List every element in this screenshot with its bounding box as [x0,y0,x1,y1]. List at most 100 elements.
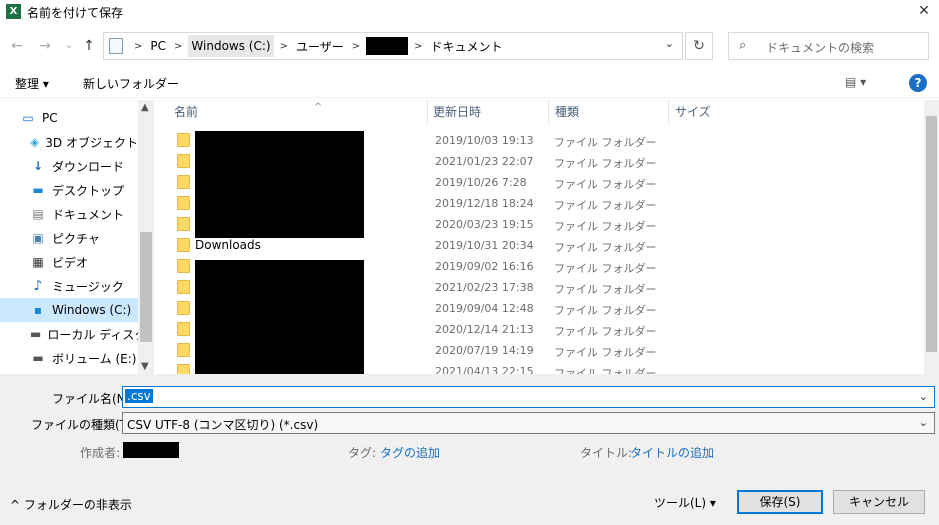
sidebar-item-downloads[interactable]: ↓ ダウンロード [0,154,138,178]
sidebar-item-label: ダウンロード [52,159,125,174]
address-bar[interactable]: > PC > Windows (C:) > ユーザー > > ドキュメント ⌄ [103,32,683,60]
file-date: 2019/10/03 19:13 [435,134,534,147]
documents-icon: ▤ [32,207,44,221]
folder-icon [177,217,190,231]
new-folder-button[interactable]: 新しいフォルダー [83,75,179,92]
column-header-date[interactable]: 更新日時 [433,100,549,124]
file-type: ファイル フォルダー [554,346,657,359]
folder-icon [177,196,190,210]
scrollbar-thumb[interactable] [140,232,152,342]
sidebar-item-desktop[interactable]: ▬ デスクトップ [0,178,138,202]
chevron-down-icon[interactable]: ⌄ [919,416,928,429]
search-input[interactable]: ⌕ ドキュメントの検索 [728,32,929,60]
file-date: 2019/10/31 20:34 [435,239,534,252]
folder-icon [177,322,190,336]
view-options-button[interactable]: ▤ ▾ [845,75,866,89]
folder-icon [177,301,190,315]
window-title: 名前を付けて保存 [27,6,124,20]
sidebar-item-label: ミュージック [52,279,124,294]
file-date: 2019/09/02 16:16 [435,260,534,273]
desktop-icon: ▬ [32,183,44,197]
file-date: 2021/01/23 22:07 [435,155,534,168]
search-placeholder: ドキュメントの検索 [766,41,875,55]
sidebar-item-documents[interactable]: ▤ ドキュメント [0,202,138,226]
table-row[interactable]: Downloads 2019/10/31 20:34 ファイル フォルダー [154,235,924,256]
filename-field[interactable]: .csv ⌄ [122,386,935,408]
file-type: ファイル フォルダー [554,178,657,191]
file-type: ファイル フォルダー [554,199,657,212]
column-header-name[interactable]: 名前 ^ [174,100,428,124]
scroll-down-icon[interactable]: ▼ [141,361,149,372]
redacted-folder-names [195,131,364,238]
chevron-right-icon[interactable]: > [346,41,366,52]
hide-folders-button[interactable]: ^ フォルダーの非表示 [10,496,132,513]
drive-icon: ▬ [32,351,44,365]
column-header-type[interactable]: 種類 [555,100,669,124]
breadcrumb-windows-c[interactable]: Windows (C:) [188,35,274,57]
breadcrumb-users[interactable]: ユーザー [294,38,346,55]
sidebar-item-label: ピクチャ [52,231,100,246]
author-label: 作成者: [80,446,121,460]
navigation-scrollbar[interactable]: ▲ ▼ [138,100,154,374]
column-header-size[interactable]: サイズ [675,100,751,124]
chevron-down-icon[interactable]: ⌄ [919,390,928,403]
tools-button[interactable]: ツール(L) ▾ [654,494,716,511]
add-title-link[interactable]: タイトルの追加 [630,444,714,461]
sidebar-item-volume-e[interactable]: ▬ ボリューム (E:) [0,346,138,370]
sidebar-item-windows-c[interactable]: ▪ Windows (C:) [0,298,138,322]
scrollbar-thumb[interactable] [926,116,937,352]
sidebar-item-label: Windows (C:) [52,303,132,317]
cancel-button[interactable]: キャンセル [833,490,925,514]
download-icon: ↓ [32,159,44,173]
filename-value: .csv [125,389,153,403]
folder-icon [177,364,190,374]
file-type: ファイル フォルダー [554,241,657,254]
sidebar-item-pictures[interactable]: ▣ ピクチャ [0,226,138,250]
tags-label: タグ: [348,446,377,460]
up-button[interactable]: ↑ [80,36,98,56]
pc-icon: ▭ [22,111,34,125]
file-date: 2019/09/04 12:48 [435,302,534,315]
file-type: ファイル フォルダー [554,262,657,275]
chevron-right-icon[interactable]: > [168,41,188,52]
sidebar-item-3d-objects[interactable]: ◈ 3D オブジェクト [0,130,138,154]
chevron-down-icon[interactable]: ⌄ [665,37,674,50]
breadcrumb-documents[interactable]: ドキュメント [429,38,505,55]
sidebar-item-pc[interactable]: ▭ PC [0,106,138,130]
column-header-label: 名前 [174,105,199,119]
videos-icon: ▦ [32,255,44,269]
file-type: ファイル フォルダー [554,220,657,233]
redacted-author [123,442,179,458]
save-button[interactable]: 保存(S) [737,490,823,514]
chevron-right-icon[interactable]: > [408,41,428,52]
filetype-select[interactable]: CSV UTF-8 (コンマ区切り) (*.csv) ⌄ [122,412,935,434]
chevron-right-icon[interactable]: > [274,41,294,52]
file-date: 2020/12/14 21:13 [435,323,534,336]
back-button[interactable]: ← [8,36,26,56]
search-icon: ⌕ [739,38,747,53]
navigation-pane: ▭ PC ◈ 3D オブジェクト ↓ ダウンロード ▬ デスクトップ ▤ ドキュ… [0,100,154,374]
refresh-button[interactable]: ↻ [685,32,713,60]
recent-locations-button[interactable]: ⌄ [60,36,78,56]
file-date: 2021/02/23 17:38 [435,281,534,294]
organize-button[interactable]: 整理 ▾ [15,75,49,92]
sidebar-item-local-disk-d[interactable]: ▬ ローカル ディスク (D [0,322,138,346]
folder-icon [177,154,190,168]
folder-icon [177,175,190,189]
file-type: ファイル フォルダー [554,304,657,317]
sidebar-item-label: ドキュメント [52,207,125,222]
drive-icon: ▪ [33,303,43,317]
forward-button[interactable]: → [36,36,54,56]
breadcrumb-pc[interactable]: PC [148,39,168,53]
file-type: ファイル フォルダー [554,283,657,296]
help-icon[interactable]: ? [909,74,927,92]
sidebar-item-music[interactable]: ♪ ミュージック [0,274,138,298]
file-date: 2019/12/18 18:24 [435,197,534,210]
close-button[interactable]: ✕ [909,0,939,24]
add-tag-link[interactable]: タグの追加 [380,444,440,461]
scroll-up-icon[interactable]: ▲ [141,102,149,113]
chevron-right-icon[interactable]: > [128,41,148,52]
file-list-scrollbar[interactable] [924,100,939,374]
sidebar-item-videos[interactable]: ▦ ビデオ [0,250,138,274]
filetype-value: CSV UTF-8 (コンマ区切り) (*.csv) [127,418,319,432]
